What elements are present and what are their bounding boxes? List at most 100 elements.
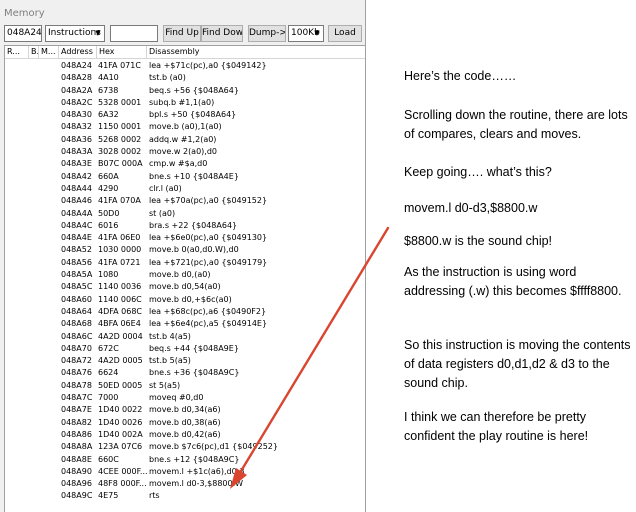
row-address: 048A36 [61, 134, 92, 144]
table-row[interactable]: 048A46 41FA 070A lea +$70a(pc),a0 {$049152… [5, 195, 365, 207]
table-row[interactable]: 048A86 1D40 002A move.b d0,42(a6) [5, 429, 365, 441]
row-address: 048A56 [61, 257, 92, 267]
address-input[interactable]: 048A24 [4, 25, 42, 42]
table-row[interactable]: 048A30 6A32 bpl.s +50 {$048A64} [5, 109, 365, 121]
table-row[interactable]: 048A52 1030 0000 move.b 0(a0,d0.W),d0 [5, 244, 365, 256]
find-down-button[interactable]: Find Down [201, 25, 243, 42]
table-row[interactable]: 048A64 4DFA 068C lea +$68c(pc),a6 {$0490F2… [5, 306, 365, 318]
row-address: 048A46 [61, 196, 92, 206]
row-disassembly: lea +$68c(pc),a6 {$0490F2} [149, 306, 267, 316]
row-hex: 6738 [98, 85, 119, 95]
table-row[interactable]: 048A82 1D40 0026 move.b d0,38(a6) [5, 417, 365, 429]
table-row[interactable]: 048A90 4CEE 000F... movem.l +$1c(a6),d0-3 [5, 466, 365, 478]
row-disassembly: tst.b (a0) [149, 73, 186, 83]
row-address: 048A76 [61, 368, 92, 378]
row-address: 048A5A [61, 270, 93, 280]
row-address: 048A30 [61, 110, 92, 120]
row-address: 048A60 [61, 294, 92, 304]
row-hex: 5328 0001 [98, 97, 142, 107]
chevron-down-icon: ▼ [95, 29, 101, 37]
load-button[interactable]: Load [328, 25, 362, 42]
search-input[interactable] [110, 25, 158, 42]
row-address: 048A3E [61, 159, 92, 169]
table-header: R... B... M... Address Hex Disassembly [5, 46, 365, 59]
note-text: Keep going…. what’s this? [404, 165, 552, 179]
row-hex: 3028 0002 [98, 147, 142, 157]
row-address: 048A4C [61, 220, 93, 230]
table-row[interactable]: 048A4A 50D0 st (a0) [5, 208, 365, 220]
table-row[interactable]: 048A3A 3028 0002 move.w 2(a0),d0 [5, 146, 365, 158]
note-text: I think we can therefore be pretty confi… [404, 410, 589, 443]
mode-select[interactable]: Instructions ▼ [45, 25, 105, 42]
find-up-button[interactable]: Find Up [163, 25, 201, 42]
table-row[interactable]: 048A28 4A10 tst.b (a0) [5, 72, 365, 84]
table-row[interactable]: 048A5A 1080 move.b d0,(a0) [5, 269, 365, 281]
table-row[interactable]: 048A6C 4A2D 0004 tst.b 4(a5) [5, 331, 365, 343]
row-hex: 1030 0000 [98, 245, 142, 255]
row-disassembly: bra.s +22 {$048A64} [149, 220, 238, 230]
table-row[interactable]: 048A72 4A2D 0005 tst.b 5(a5) [5, 355, 365, 367]
table-row[interactable]: 048A56 41FA 0721 lea +$721(pc),a0 {$049179… [5, 257, 365, 269]
row-hex: 4A2D 0005 [98, 356, 143, 366]
row-address: 048A4E [61, 233, 92, 243]
row-disassembly: clr.l (a0) [149, 183, 182, 193]
table-row[interactable]: 048A3E B07C 000A cmp.w #$a,d0 [5, 158, 365, 170]
column-header-r[interactable]: R... [5, 46, 29, 59]
row-hex: 41FA 06E0 [98, 233, 141, 243]
row-hex: 48F8 000F... [98, 479, 147, 489]
table-row[interactable]: 048A68 4BFA 06E4 lea +$6e4(pc),a5 {$04914E… [5, 318, 365, 330]
note-text: $8800.w is the sound chip! [404, 234, 553, 248]
column-header-hex[interactable]: Hex [97, 46, 147, 59]
row-disassembly: lea +$70a(pc),a0 {$049152} [149, 196, 268, 206]
row-disassembly: lea +$6e4(pc),a5 {$04914E} [149, 319, 268, 329]
table-row[interactable]: 048A60 1140 006C move.b d0,+$6c(a0) [5, 294, 365, 306]
size-select[interactable]: 100Kb ▼ [288, 25, 324, 42]
table-row[interactable]: 048A24 41FA 071C lea +$71c(pc),a0 {$049142… [5, 60, 365, 72]
table-row[interactable]: 048A76 6624 bne.s +36 {$048A9C} [5, 367, 365, 379]
row-hex: 1150 0001 [98, 122, 142, 132]
row-address: 048A68 [61, 319, 92, 329]
row-address: 048A3A [61, 147, 93, 157]
row-address: 048A9C [61, 491, 93, 501]
dump-button[interactable]: Dump-> [248, 25, 286, 42]
table-row[interactable]: 048A2C 5328 0001 subq.b #1,1(a0) [5, 97, 365, 109]
table-row[interactable]: 048A44 4290 clr.l (a0) [5, 183, 365, 195]
table-row[interactable]: 048A70 672C beq.s +44 {$048A9E} [5, 343, 365, 355]
column-header-m[interactable]: M... [39, 46, 59, 59]
table-row[interactable]: 048A8E 660C bne.s +12 {$048A9C} [5, 454, 365, 466]
column-header-disassembly[interactable]: Disassembly [147, 46, 365, 59]
column-header-address[interactable]: Address [59, 46, 97, 59]
row-address: 048A8A [61, 442, 93, 452]
row-hex: 1140 006C [98, 294, 142, 304]
row-address: 048A82 [61, 417, 92, 427]
row-disassembly: tst.b 4(a5) [149, 331, 191, 341]
table-row[interactable]: 048A5C 1140 0036 move.b d0,54(a0) [5, 281, 365, 293]
row-disassembly: bne.s +10 {$048A4E} [149, 171, 239, 181]
row-address: 048A8E [61, 454, 92, 464]
table-row[interactable]: 048A96 48F8 000F... movem.l d0-3,$8800.W [5, 478, 365, 490]
column-header-b[interactable]: B... [29, 46, 39, 59]
disassembly-table[interactable]: R... B... M... Address Hex Disassembly 0… [4, 45, 366, 512]
memory-window: Memory 048A24 Instructions ▼ Find Up Fin… [0, 0, 366, 512]
row-address: 048A24 [61, 61, 92, 70]
table-row[interactable]: 048A9C 4E75 rts [5, 490, 365, 502]
row-hex: B07C 000A [98, 159, 143, 169]
row-address: 048A72 [61, 356, 92, 366]
table-row[interactable]: 048A42 660A bne.s +10 {$048A4E} [5, 171, 365, 183]
table-row[interactable]: 048A36 5268 0002 addq.w #1,2(a0) [5, 134, 365, 146]
row-address: 048A52 [61, 245, 92, 255]
table-row[interactable]: 048A32 1150 0001 move.b (a0),1(a0) [5, 121, 365, 133]
table-row[interactable]: 048A4C 6016 bra.s +22 {$048A64} [5, 220, 365, 232]
table-row[interactable]: 048A7C 7000 moveq #0,d0 [5, 392, 365, 404]
table-row[interactable]: 048A4E 41FA 06E0 lea +$6e0(pc),a0 {$049130… [5, 232, 365, 244]
row-hex: 672C [98, 343, 119, 353]
table-row[interactable]: 048A78 50ED 0005 st 5(a5) [5, 380, 365, 392]
table-row[interactable]: 048A7E 1D40 0022 move.b d0,34(a6) [5, 404, 365, 416]
row-disassembly: cmp.w #$a,d0 [149, 159, 208, 169]
table-row[interactable]: 048A2A 6738 beq.s +56 {$048A64} [5, 85, 365, 97]
row-address: 048A78 [61, 380, 92, 390]
table-row[interactable]: 048A8A 123A 07C6 move.b $7c6(pc),d1 {$0492… [5, 441, 365, 453]
row-disassembly: bpl.s +50 {$048A64} [149, 110, 237, 120]
row-disassembly: move.b d0,+$6c(a0) [149, 294, 232, 304]
table-body: 048A24 41FA 071C lea +$71c(pc),a0 {$049142… [5, 60, 365, 503]
